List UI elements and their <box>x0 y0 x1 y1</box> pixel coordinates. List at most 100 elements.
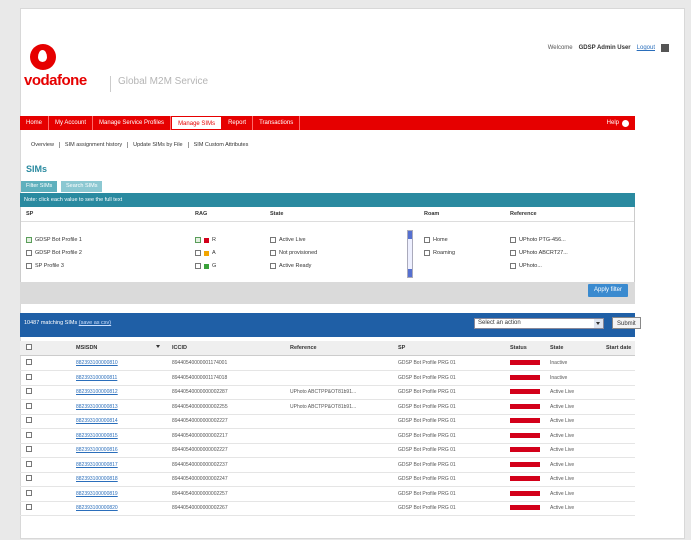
msisdn-link[interactable]: 882393100000810 <box>76 360 118 366</box>
table-row[interactable]: 882393100000820 89440540000000002267 GDSP … <box>20 501 635 516</box>
state-option[interactable]: Active Live <box>270 237 306 243</box>
table-row[interactable]: 882393100000818 89440540000000002247 GDSP … <box>20 472 635 487</box>
table-row[interactable]: 882393100000819 89440540000000002257 GDSP … <box>20 487 635 502</box>
row-checkbox[interactable] <box>26 460 32 467</box>
row-checkbox[interactable] <box>26 446 32 452</box>
row-checkbox[interactable] <box>26 504 32 510</box>
state-list-scrollbar[interactable] <box>407 230 413 278</box>
reference-option[interactable]: UPhoto PTG-456... <box>510 237 566 243</box>
msisdn-link[interactable]: 882393100000819 <box>76 491 118 497</box>
help-link[interactable]: Help <box>607 119 635 127</box>
sp-cell: GDSP Bot Profile PRG 01 <box>398 403 456 410</box>
logout-icon[interactable] <box>661 44 669 52</box>
filter-heading: Note: click each value to see the full t… <box>20 193 635 207</box>
table-row[interactable]: 882393100000810 89440540000001174001 GDSP … <box>20 356 635 371</box>
msisdn-link[interactable]: 882393100000817 <box>76 462 118 468</box>
filter-col-reference: Reference <box>510 211 537 217</box>
table-row[interactable]: 882393100000814 89440540000000002227 GDSP … <box>20 414 635 429</box>
col-status[interactable]: Status <box>510 345 527 351</box>
col-iccid[interactable]: ICCID <box>172 345 187 351</box>
row-checkbox[interactable] <box>26 359 32 365</box>
checkbox[interactable] <box>26 250 32 256</box>
roam-option[interactable]: Roaming <box>424 250 455 256</box>
sp-option[interactable]: SP Profile 3 <box>26 263 64 269</box>
sp-cell: GDSP Bot Profile PRG 01 <box>398 447 456 453</box>
nav-home[interactable]: Home <box>20 116 50 130</box>
roam-option[interactable]: Home <box>424 237 448 243</box>
select-all-checkbox[interactable] <box>26 344 32 350</box>
reference-option[interactable]: UPhoto ABCRT27... <box>510 250 568 256</box>
table-row[interactable]: 882393100000817 89440540000000002237 GDSP … <box>20 458 635 473</box>
nav-my-account[interactable]: My Account <box>49 116 94 130</box>
subnav-sim-custom-attributes[interactable]: SIM Custom Attributes <box>189 142 254 148</box>
row-checkbox[interactable] <box>26 417 32 423</box>
msisdn-link[interactable]: 882393100000813 <box>76 404 118 410</box>
chevron-down-icon[interactable] <box>594 319 603 328</box>
row-checkbox[interactable] <box>26 489 32 496</box>
msisdn-link[interactable]: 882393100000811 <box>76 375 117 381</box>
checkbox[interactable] <box>510 263 516 269</box>
checkbox[interactable] <box>195 263 201 269</box>
row-checkbox[interactable] <box>26 402 32 409</box>
checkbox[interactable] <box>26 263 32 269</box>
sort-desc-icon[interactable] <box>156 345 160 348</box>
checkbox[interactable] <box>424 250 430 256</box>
table-row[interactable]: 882393100000811 89440540000001174018 GDSP … <box>20 371 635 386</box>
state-option[interactable]: Active Ready <box>270 263 311 269</box>
col-reference[interactable]: Reference <box>290 345 317 351</box>
row-checkbox[interactable] <box>26 431 32 438</box>
submit-button[interactable]: Submit <box>612 317 641 329</box>
nav-transactions[interactable]: Transactions <box>253 116 301 130</box>
row-checkbox[interactable] <box>26 475 32 481</box>
msisdn-link[interactable]: 882393100000812 <box>76 389 118 395</box>
msisdn-link[interactable]: 882393100000815 <box>76 433 118 439</box>
sp-option[interactable]: GDSP Bot Profile 2 <box>26 250 82 256</box>
sub-nav: Overview SIM assignment history Update S… <box>26 142 253 148</box>
reference-option[interactable]: UPhoto... <box>510 263 542 269</box>
checkbox[interactable] <box>26 237 32 243</box>
subnav-update-sims-by-file[interactable]: Update SIMs by File <box>128 142 189 148</box>
checkbox[interactable] <box>270 237 276 243</box>
rag-option-amber[interactable]: A <box>195 250 216 256</box>
checkbox[interactable] <box>270 250 276 256</box>
table-row[interactable]: 882393100000812 89440540000000002287 UPhot… <box>20 385 635 400</box>
subnav-sim-assignment-history[interactable]: SIM assignment history <box>60 142 129 148</box>
table-row[interactable]: 882393100000815 89440540000000002217 GDSP … <box>20 429 635 444</box>
results-count: 10487 matching SIMs (save as csv) <box>24 320 111 326</box>
tab-search-sims[interactable]: Search SIMs <box>61 181 103 192</box>
iccid-cell: 89440540000001174001 <box>172 360 228 366</box>
col-msisdn[interactable]: MSISDN <box>76 345 97 351</box>
subnav-overview[interactable]: Overview <box>26 142 60 148</box>
nav-manage-service-profiles[interactable]: Manage Service Profiles <box>93 116 172 130</box>
checkbox[interactable] <box>270 263 276 269</box>
checkbox[interactable] <box>510 250 516 256</box>
nav-report[interactable]: Report <box>222 116 254 130</box>
option-label: Home <box>433 237 448 243</box>
checkbox[interactable] <box>424 237 430 243</box>
tab-filter-sims[interactable]: Filter SIMs <box>21 181 58 192</box>
logout-link[interactable]: Logout <box>637 45 655 51</box>
col-sp[interactable]: SP <box>398 345 405 351</box>
apply-filter-button[interactable]: Apply filter <box>588 284 629 297</box>
table-row[interactable]: 882393100000816 89440540000000002227 GDSP … <box>20 443 635 458</box>
state-option[interactable]: Not provisioned <box>270 250 317 256</box>
row-checkbox[interactable] <box>26 373 32 380</box>
msisdn-link[interactable]: 882393100000816 <box>76 447 118 453</box>
rag-option-green[interactable]: G <box>195 263 216 269</box>
sp-cell: GDSP Bot Profile PRG 01 <box>398 418 456 424</box>
sp-option[interactable]: GDSP Bot Profile 1 <box>26 237 82 243</box>
checkbox[interactable] <box>195 250 201 256</box>
action-select[interactable]: Select an action <box>474 318 604 329</box>
save-csv-link[interactable]: (save as csv) <box>79 320 111 326</box>
col-state[interactable]: State <box>550 345 563 351</box>
checkbox[interactable] <box>510 237 516 243</box>
table-row[interactable]: 882393100000813 89440540000000002255 UPhot… <box>20 400 635 415</box>
msisdn-link[interactable]: 882393100000818 <box>76 476 118 482</box>
msisdn-link[interactable]: 882393100000820 <box>76 505 118 511</box>
col-start-date[interactable]: Start date <box>606 345 631 351</box>
checkbox[interactable] <box>195 237 201 243</box>
nav-manage-sims[interactable]: Manage SIMs <box>171 116 223 130</box>
msisdn-link[interactable]: 882393100000814 <box>76 418 118 424</box>
rag-option-red[interactable]: R <box>195 237 216 243</box>
row-checkbox[interactable] <box>26 388 32 394</box>
